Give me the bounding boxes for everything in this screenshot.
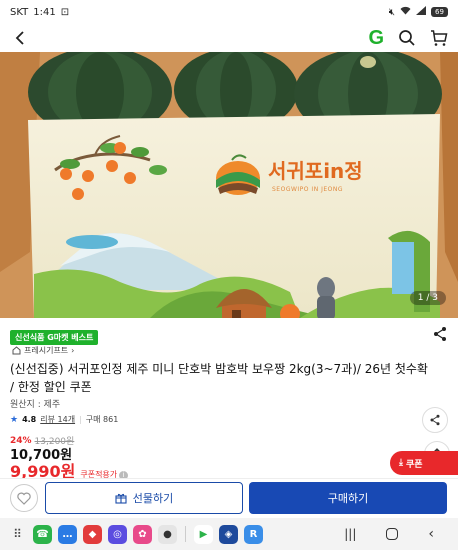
- back-button[interactable]: [10, 28, 30, 48]
- share-icon: [434, 327, 446, 341]
- share-floating-button[interactable]: [422, 407, 448, 433]
- share-button[interactable]: [432, 326, 448, 342]
- play-store-icon[interactable]: ▶: [194, 524, 213, 544]
- back-nav-button[interactable]: ‹: [428, 526, 434, 542]
- carrier: SKT: [10, 6, 29, 18]
- gallery-app-icon[interactable]: ✿: [133, 524, 152, 544]
- search-icon[interactable]: [398, 29, 416, 47]
- gift-label: 선물하기: [132, 492, 174, 505]
- battery-icon: 69: [431, 7, 448, 17]
- divider: [185, 526, 186, 542]
- product-image-carousel[interactable]: 서귀포in정 SEOGWIPO IN JEONG 1 / 3: [0, 52, 458, 318]
- purchase-count: 구매 861: [85, 415, 119, 424]
- coupon-button[interactable]: ⤓ 쿠폰: [390, 451, 458, 475]
- internet-app-icon[interactable]: ◎: [108, 524, 127, 544]
- best-badge: 신선식품 G마켓 베스트: [10, 330, 99, 345]
- store-icon: [12, 346, 21, 355]
- product-photo: [0, 52, 458, 318]
- buy-button[interactable]: 구매하기: [249, 482, 447, 514]
- wishlist-button[interactable]: [10, 484, 38, 512]
- cart-icon[interactable]: [430, 29, 448, 47]
- rating-row: ★ 4.8 리뷰 14개 | 구매 861: [10, 414, 118, 425]
- signal-icon: [416, 6, 426, 18]
- notification-icon: ⊡: [60, 6, 70, 18]
- system-nav-bar: ⠿ ☎︎ … ◆ ◎ ✿ ● ▶ ◈ R ||| ‹: [0, 518, 458, 550]
- chevron-right-icon: ›: [71, 346, 75, 355]
- gmarket-home-icon[interactable]: G: [368, 28, 384, 48]
- star-icon: ★: [10, 414, 19, 425]
- share-icon: [430, 414, 440, 426]
- status-bar: SKT 1:41 ⊡ 🔇︎ 69: [0, 0, 458, 24]
- box-logo-sub: SEOGWIPO IN JEONG: [272, 186, 344, 193]
- messages-app-icon[interactable]: …: [58, 524, 77, 544]
- box-logo: 서귀포in정: [268, 159, 363, 183]
- gift-button[interactable]: 선물하기: [45, 482, 243, 514]
- clock: 1:41: [33, 6, 56, 18]
- coupon-button-label: 쿠폰: [405, 459, 423, 470]
- app-drawer-icon[interactable]: ⠿: [8, 527, 27, 541]
- rating-score: 4.8: [22, 415, 37, 424]
- camera-app-icon[interactable]: ●: [158, 524, 177, 544]
- wifi-icon: [400, 6, 411, 18]
- silent-icon: 🔇︎: [388, 6, 395, 18]
- divider: |: [79, 415, 82, 424]
- recents-button[interactable]: |||: [344, 527, 356, 541]
- gift-icon: [115, 493, 127, 504]
- chevron-left-icon: [15, 31, 24, 45]
- download-icon: ⤓: [399, 458, 403, 468]
- phone-app-icon[interactable]: ☎︎: [33, 524, 52, 544]
- brand-link[interactable]: 프레시기프트 ›: [12, 345, 74, 356]
- buy-label: 구매하기: [327, 492, 369, 505]
- image-counter: 1 / 3: [409, 291, 446, 305]
- app-icon-blue[interactable]: ◈: [219, 524, 238, 544]
- brand-name: 프레시기프트: [24, 346, 69, 355]
- product-title: (신선집중) 서귀포인정 제주 미니 단호박 밤호박 보우짱 2kg(3~7과)…: [10, 362, 428, 394]
- home-button[interactable]: [386, 528, 399, 540]
- purchase-bar: 선물하기 구매하기: [0, 478, 458, 518]
- top-app-bar: G: [0, 24, 458, 52]
- origin: 원산지 : 제주: [10, 400, 61, 410]
- app-icon-r[interactable]: R: [244, 524, 263, 544]
- review-link[interactable]: 리뷰 14개: [40, 414, 75, 425]
- app-icon-red[interactable]: ◆: [83, 524, 102, 544]
- heart-icon: [17, 492, 31, 505]
